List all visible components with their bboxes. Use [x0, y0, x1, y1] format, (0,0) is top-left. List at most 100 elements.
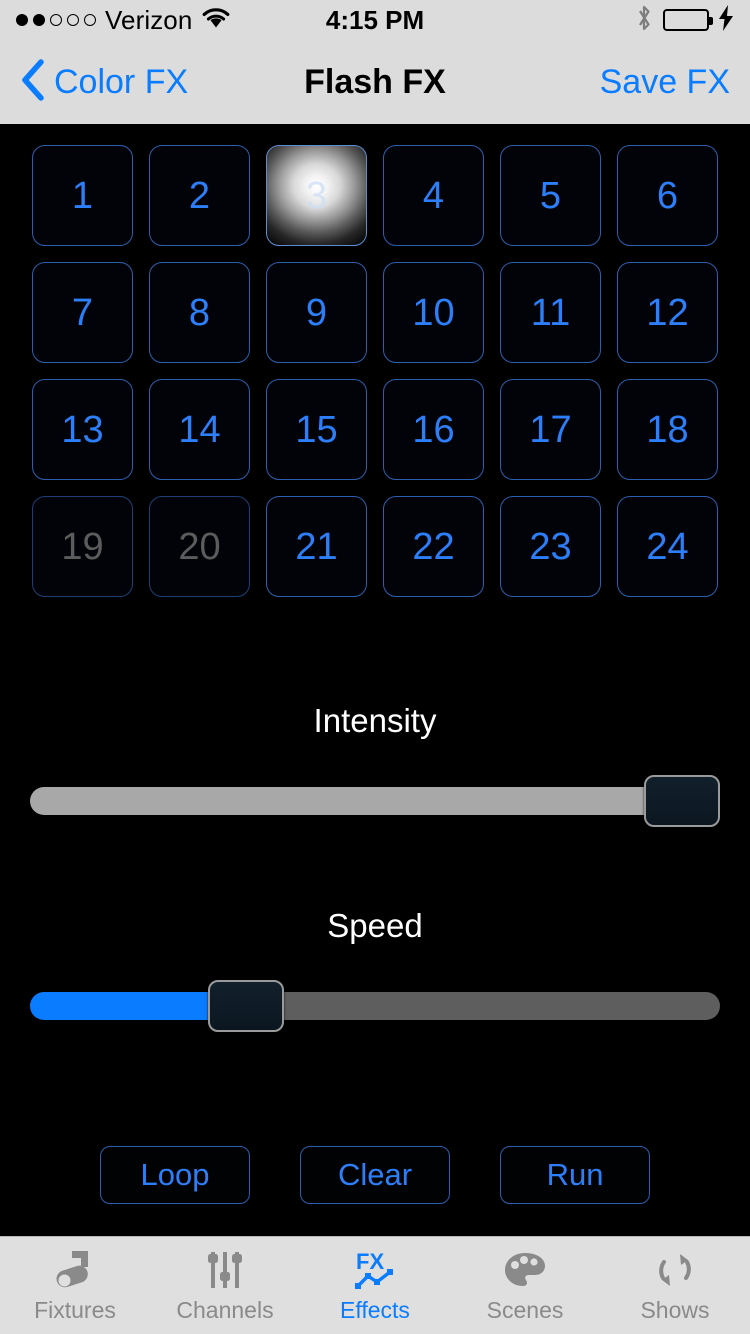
flash-pad-label: 1	[71, 174, 94, 217]
app-root: Verizon 4:15 PM Color FX Flash FX Save F…	[0, 0, 750, 1334]
flash-pad-label: 20	[178, 525, 221, 568]
intensity-slider-thumb[interactable]	[644, 775, 720, 827]
navigation-bar: Color FX Flash FX Save FX	[0, 40, 750, 124]
intensity-slider-fill	[30, 787, 720, 815]
main-content: 1 2 3 4 5 6 7 8 9 10 11 12 13 14 15 16 17 18 19 20 21 22 23 24 …	[0, 124, 750, 1236]
fx-graph-icon: FX	[352, 1247, 398, 1293]
flash-pad-11[interactable]: 11	[500, 262, 601, 363]
flash-pad-label: 5	[539, 174, 562, 217]
flash-pad-16[interactable]: 16	[383, 379, 484, 480]
flash-pad-label: 11	[530, 291, 571, 334]
speed-slider-thumb[interactable]	[208, 980, 285, 1032]
flash-pad-13[interactable]: 13	[32, 379, 133, 480]
flash-pad-20: 20	[149, 496, 250, 597]
flash-pad-label: 19	[61, 525, 104, 568]
tab-label: Fixtures	[34, 1297, 116, 1323]
faders-icon	[203, 1247, 247, 1293]
flash-pad-7[interactable]: 7	[32, 262, 133, 363]
flash-pad-19: 19	[32, 496, 133, 597]
palette-icon	[502, 1247, 548, 1293]
tab-bar: Fixtures Channels FX Effects Scenes Shows	[0, 1236, 750, 1334]
flash-pad-label: 15	[295, 408, 338, 451]
flash-pad-14[interactable]: 14	[149, 379, 250, 480]
flash-pad-21[interactable]: 21	[266, 496, 367, 597]
flash-pad-label: 17	[529, 408, 572, 451]
flash-pad-5[interactable]: 5	[500, 145, 601, 246]
flash-pad-12[interactable]: 12	[617, 262, 718, 363]
flash-pad-9[interactable]: 9	[266, 262, 367, 363]
clear-button[interactable]: Clear	[300, 1146, 450, 1204]
tab-label: Scenes	[486, 1297, 564, 1323]
status-bar-right	[634, 4, 734, 37]
flash-pad-label: 12	[646, 291, 689, 334]
save-fx-button[interactable]: Save FX	[600, 63, 730, 102]
speed-slider-block: Speed	[30, 907, 720, 1034]
intensity-slider-block: Intensity	[30, 702, 720, 829]
flash-pad-18[interactable]: 18	[617, 379, 718, 480]
status-bar: Verizon 4:15 PM	[0, 0, 750, 40]
flash-pad-6[interactable]: 6	[617, 145, 718, 246]
tab-label: Effects	[340, 1297, 410, 1323]
signal-dot	[84, 14, 96, 26]
intensity-slider-track	[30, 787, 720, 815]
svg-text:FX: FX	[356, 1249, 384, 1274]
flash-pad-label: 10	[412, 291, 455, 334]
flash-pad-1[interactable]: 1	[32, 145, 133, 246]
chevron-left-icon	[20, 58, 46, 107]
signal-strength-dots	[16, 14, 96, 26]
flash-pad-2[interactable]: 2	[149, 145, 250, 246]
loop-button[interactable]: Loop	[100, 1146, 250, 1204]
speed-slider-track	[30, 992, 720, 1020]
flash-pad-label: 23	[529, 525, 572, 568]
charging-bolt-icon	[718, 4, 734, 36]
flash-pad-label: 2	[188, 174, 211, 217]
back-button-label: Color FX	[54, 62, 189, 101]
status-bar-left: Verizon	[16, 5, 231, 36]
speed-slider-fill	[30, 992, 231, 1020]
speed-label: Speed	[327, 907, 423, 944]
flash-pad-10[interactable]: 10	[383, 262, 484, 363]
battery-icon	[663, 9, 713, 31]
flash-pad-17[interactable]: 17	[500, 379, 601, 480]
signal-dot	[16, 14, 28, 26]
tab-item-channels[interactable]: Channels	[150, 1237, 300, 1334]
flash-pad-label: 18	[646, 408, 689, 451]
flash-pad-15[interactable]: 15	[266, 379, 367, 480]
back-button[interactable]: Color FX	[20, 58, 188, 107]
flash-pad-label: 13	[61, 408, 104, 451]
signal-dot	[67, 14, 79, 26]
flash-pad-label: 6	[656, 174, 679, 217]
flash-pad-label: 16	[412, 408, 455, 451]
bluetooth-icon	[634, 4, 654, 37]
flash-pad-23[interactable]: 23	[500, 496, 601, 597]
run-button[interactable]: Run	[500, 1146, 650, 1204]
flash-pad-label: 24	[646, 525, 689, 568]
tab-item-shows[interactable]: Shows	[600, 1237, 750, 1334]
intensity-slider[interactable]	[30, 773, 720, 829]
flash-pad-grid: 1 2 3 4 5 6 7 8 9 10 11 12 13 14 15 16 17 18 19 20 21 22 23 24	[32, 145, 718, 597]
wifi-icon	[201, 7, 231, 34]
flash-pad-label: 7	[71, 291, 94, 334]
refresh-cycle-icon	[653, 1247, 697, 1293]
stage-light-icon	[52, 1247, 98, 1293]
carrier-label: Verizon	[105, 4, 193, 35]
flash-pad-label: 4	[422, 174, 445, 217]
flash-pad-8[interactable]: 8	[149, 262, 250, 363]
flash-pad-label: 3	[305, 174, 328, 217]
action-button-row: Loop Clear Run	[50, 1146, 700, 1204]
flash-pad-label: 9	[305, 291, 328, 334]
flash-pad-label: 22	[412, 525, 455, 568]
tab-item-fixtures[interactable]: Fixtures	[0, 1237, 150, 1334]
flash-pad-4[interactable]: 4	[383, 145, 484, 246]
flash-pad-22[interactable]: 22	[383, 496, 484, 597]
flash-pad-24[interactable]: 24	[617, 496, 718, 597]
flash-pad-label: 14	[178, 408, 221, 451]
flash-pad-label: 8	[188, 291, 211, 334]
tab-item-scenes[interactable]: Scenes	[450, 1237, 600, 1334]
signal-dot	[50, 14, 62, 26]
speed-slider-remainder	[230, 992, 720, 1020]
speed-slider[interactable]	[30, 978, 720, 1034]
tab-item-effects[interactable]: FX Effects	[300, 1237, 450, 1334]
flash-pad-3[interactable]: 3	[266, 145, 367, 246]
signal-dot	[33, 14, 45, 26]
